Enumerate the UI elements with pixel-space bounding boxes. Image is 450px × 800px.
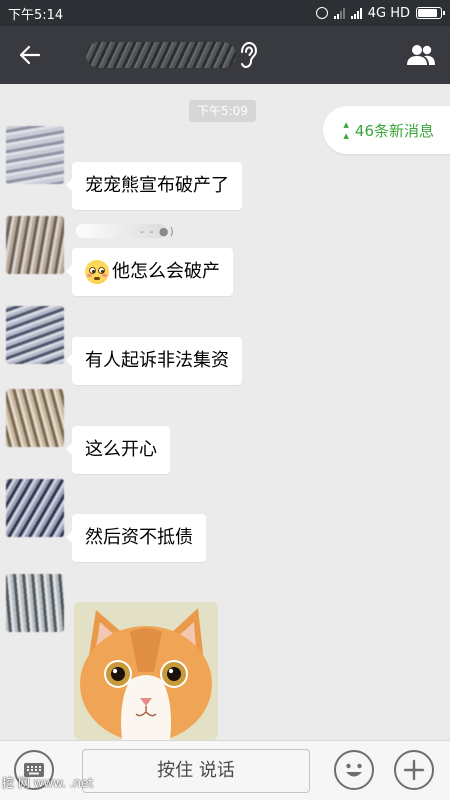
status-icons: 4G HD bbox=[315, 5, 445, 21]
avatar[interactable] bbox=[6, 306, 64, 364]
message-text: 他怎么会破产 bbox=[112, 261, 220, 282]
sender-name-suffix: - - ●) bbox=[140, 225, 175, 238]
message-bubble[interactable]: 然后资不抵债 bbox=[66, 514, 206, 562]
battery-icon bbox=[416, 7, 445, 19]
group-info-button[interactable] bbox=[404, 38, 438, 72]
ear-icon[interactable] bbox=[234, 40, 262, 70]
message-bubble[interactable]: 有人起诉非法集资 bbox=[66, 337, 242, 385]
message-list[interactable]: 下午5:09 ▴ ▴ 46条新消息 宠宠熊宣布破产了 - - ●) 他怎么会破产 … bbox=[0, 84, 450, 740]
avatar[interactable] bbox=[6, 389, 64, 447]
message-bubble[interactable]: 这么开心 bbox=[66, 426, 170, 474]
status-time: 下午5:14 bbox=[8, 7, 64, 23]
arrow-left-icon bbox=[19, 45, 41, 65]
hold-to-talk-button[interactable]: 按住 说话 bbox=[82, 749, 310, 793]
double-chevron-up-icon: ▴ ▴ bbox=[343, 118, 349, 142]
group-members-icon bbox=[407, 45, 435, 65]
message-bubble[interactable]: 他怎么会破产 bbox=[66, 248, 233, 296]
surprised-cat-sticker bbox=[74, 602, 218, 740]
flushed-face-emoji bbox=[85, 260, 109, 284]
more-options-button[interactable] bbox=[394, 750, 434, 790]
signal-icon bbox=[350, 7, 362, 19]
watermark: 挖 网 www. .net bbox=[2, 776, 94, 790]
status-bar: 下午5:14 4G HD bbox=[0, 0, 450, 26]
plus-icon bbox=[403, 759, 425, 781]
emoji-button[interactable] bbox=[334, 750, 374, 790]
chat-title-redacted bbox=[86, 42, 236, 68]
message-timestamp: 下午5:09 bbox=[189, 100, 256, 122]
signal-icon bbox=[333, 7, 345, 19]
network-type: 4G HD bbox=[367, 5, 410, 21]
avatar[interactable] bbox=[6, 216, 64, 274]
avatar[interactable] bbox=[6, 126, 64, 184]
avatar[interactable] bbox=[6, 479, 64, 537]
chat-header bbox=[0, 26, 450, 84]
message-bubble[interactable]: 宠宠熊宣布破产了 bbox=[66, 162, 242, 210]
cat-sticker-message[interactable] bbox=[74, 602, 218, 740]
avatar[interactable] bbox=[6, 574, 64, 632]
smiley-icon bbox=[346, 763, 362, 777]
input-bar: 按住 说话 bbox=[0, 740, 450, 800]
new-messages-button[interactable]: ▴ ▴ 46条新消息 bbox=[323, 106, 450, 154]
alarm-icon bbox=[315, 7, 328, 19]
back-button[interactable] bbox=[0, 26, 60, 84]
new-messages-label: 46条新消息 bbox=[354, 121, 434, 140]
